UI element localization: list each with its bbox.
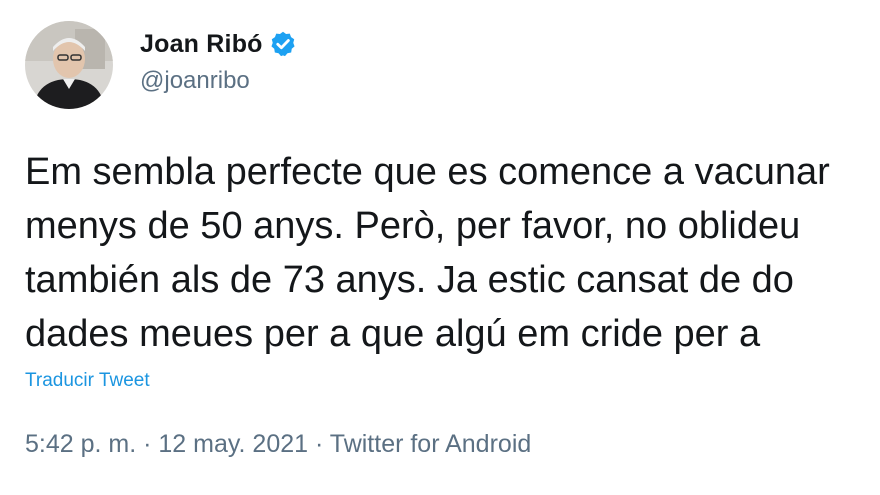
tweet-text-line: también als de 73 anys. Ja estic cansat …	[25, 259, 794, 301]
tweet-text-line: dades meues per a que algú em cride per …	[25, 313, 761, 355]
avatar-image	[25, 21, 113, 109]
author-block: Joan Ribó @joanribo	[140, 27, 297, 95]
tweet-text-line: Em sembla perfecte que es comence a vacu…	[25, 151, 830, 193]
user-handle[interactable]: @joanribo	[140, 67, 297, 95]
display-name[interactable]: Joan Ribó	[140, 30, 263, 59]
tweet-text-line: menys de 50 anys. Però, per favor, no ob…	[25, 205, 801, 247]
tweet-date[interactable]: 12 may. 2021	[158, 430, 308, 458]
avatar[interactable]	[25, 21, 113, 109]
verified-badge-icon	[269, 30, 297, 58]
tweet-source[interactable]: Twitter for Android	[330, 430, 531, 458]
tweet-time[interactable]: 5:42 p. m.	[25, 430, 136, 458]
tweet-card: Joan Ribó @joanribo Em sembla perfecte q…	[0, 0, 880, 495]
separator: ·	[308, 430, 330, 458]
name-row: Joan Ribó	[140, 27, 297, 61]
separator: ·	[136, 430, 159, 458]
tweet-metadata: 5:42 p. m. · 12 may. 2021 · Twitter for …	[25, 430, 531, 459]
tweet-text: Em sembla perfecte que es comence a vacu…	[25, 145, 880, 361]
translate-tweet-link[interactable]: Traducir Tweet	[25, 370, 150, 392]
